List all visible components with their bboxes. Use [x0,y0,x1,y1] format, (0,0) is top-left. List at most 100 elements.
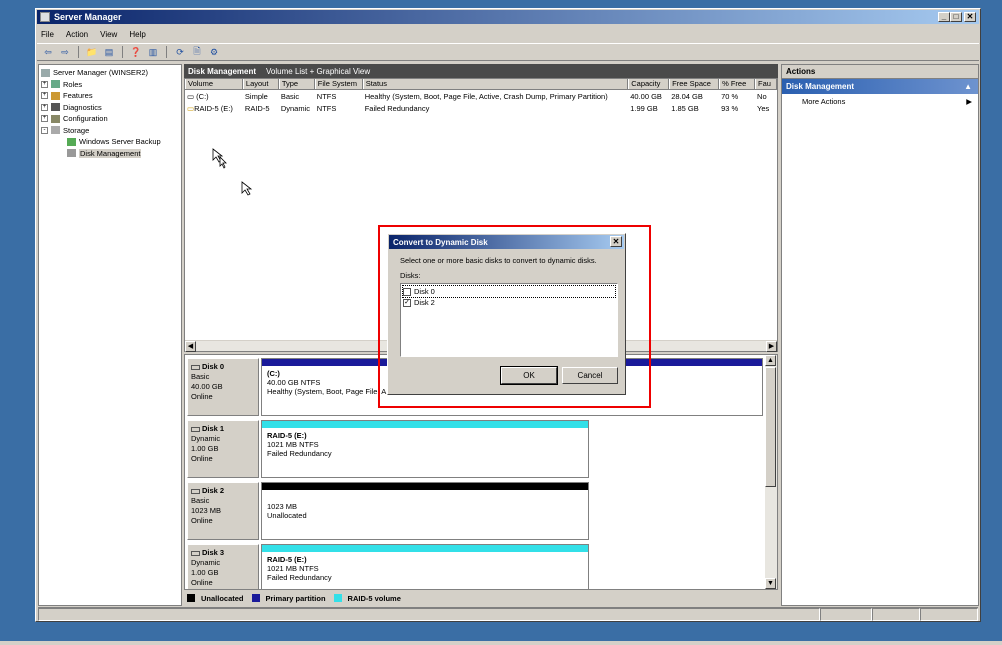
disk-row-3[interactable]: Disk 3 Dynamic 1.00 GB Online RAID-5 (E:… [187,544,763,589]
disk-0-option[interactable]: Disk 0 [402,285,616,298]
tree-item-windows-server-backup[interactable]: Windows Server Backup [41,136,179,148]
collapse-icon[interactable]: - [41,126,48,134]
disk-0-checkbox[interactable] [403,287,411,296]
column-header[interactable]: Status [362,79,629,89]
up-folder-icon[interactable]: 📁 [85,45,99,59]
show-hide-tree-icon[interactable]: ▤ [102,45,116,59]
submenu-arrow-icon: ▶ [966,96,972,106]
disk-row-2[interactable]: Disk 2 Basic 1023 MB Online 1023 MB Unal… [187,482,763,540]
expand-icon[interactable]: + [41,80,48,88]
back-arrow-icon[interactable]: ⇦ [41,45,55,59]
partition-unallocated[interactable]: 1023 MB Unallocated [261,482,589,540]
ok-button[interactable]: OK [500,366,558,385]
disk-row-1[interactable]: Disk 1 Dynamic 1.00 GB Online RAID-5 (E:… [187,420,763,478]
action-pane-icon[interactable]: ▥ [146,45,160,59]
more-actions-item[interactable]: More Actions ▶ [782,94,978,108]
pane-title: Disk Management [188,66,257,76]
column-header[interactable]: Capacity [628,79,670,89]
disk-label[interactable]: Disk 3 Dynamic 1.00 GB Online [187,544,259,589]
toolbar-separator [122,46,123,58]
tree-item-configuration[interactable]: + Configuration [41,113,179,125]
column-header[interactable]: Fau [755,79,777,89]
column-header[interactable]: Free Space [669,79,720,89]
dialog-close-button[interactable]: ✕ [610,236,622,247]
disk-state: Online [191,392,213,401]
disk-2-checkbox[interactable]: ✓ [403,298,411,307]
capacity-cell: 1.99 GB [630,103,658,113]
partition-raid5[interactable]: RAID-5 (E:) 1021 MB NTFS Failed Redundan… [261,544,589,589]
maximize-button[interactable]: □ [950,12,962,22]
tree-item-label: Diagnostics [63,102,102,112]
expand-icon[interactable]: + [41,92,48,100]
dialog-title-bar[interactable]: Convert to Dynamic Disk ✕ [389,235,624,249]
disk-management-icon [67,149,76,158]
filesystem-cell: NTFS [316,91,337,101]
table-row[interactable]: ▭ (C:) Simple Basic NTFS Healthy (System… [185,90,777,102]
disk-2-option[interactable]: ✓ Disk 2 [403,297,615,308]
disk-label[interactable]: Disk 2 Basic 1023 MB Online [187,482,259,540]
disk-tool-icon[interactable]: ⚙ [207,45,221,59]
expand-icon[interactable]: + [41,103,48,111]
menu-action[interactable]: Action [66,30,88,39]
tree-item-roles[interactable]: + Roles [41,79,179,91]
menu-file[interactable]: File [41,30,54,39]
partition-raid5[interactable]: RAID-5 (E:) 1021 MB NTFS Failed Redundan… [261,420,589,478]
disk-label[interactable]: Disk 0 Basic 40.00 GB Online [187,358,259,416]
collapse-arrow-icon[interactable]: ▲ [964,82,972,91]
table-row[interactable]: ▭RAID-5 (E:) RAID-5 Dynamic NTFS Failed … [185,102,777,114]
scroll-thumb[interactable] [765,367,776,487]
tree-item-root[interactable]: Server Manager (WINSER2) [41,67,179,79]
actions-section-disk-management[interactable]: Disk Management ▲ [782,79,978,94]
partition-size: 1023 MB [267,502,298,511]
scroll-left-button[interactable]: ◀ [185,341,196,352]
column-header[interactable]: Layout [242,79,279,89]
tree-item-label: Roles [63,79,83,89]
type-cell: Dynamic [280,103,311,113]
actions-pane: Actions Disk Management ▲ More Actions ▶ [781,64,979,606]
help-icon[interactable]: ❓ [129,45,143,59]
status-cell: Failed Redundancy [364,103,430,113]
column-header[interactable]: % Free [719,79,756,89]
disk-label[interactable]: Disk 1 Dynamic 1.00 GB Online [187,420,259,478]
tree-item-storage[interactable]: - Storage [41,125,179,137]
fault-tolerance-cell: No [757,91,767,101]
close-button[interactable]: ✕ [964,12,976,22]
tree-item-diagnostics[interactable]: + Diagnostics [41,102,179,114]
expand-icon[interactable]: + [41,115,48,123]
vertical-scrollbar[interactable]: ▲ ▼ [765,355,777,589]
column-header[interactable]: File System [314,79,363,89]
partition-bar [262,421,588,428]
dialog-title: Convert to Dynamic Disk [393,237,488,247]
cancel-button[interactable]: Cancel [562,367,618,384]
disk-name: Disk 0 [202,362,225,371]
scroll-up-button[interactable]: ▲ [765,355,776,366]
actions-section-label: Disk Management [786,82,855,91]
disks-label: Disks: [400,271,421,280]
menu-view[interactable]: View [100,30,117,39]
column-header[interactable]: Volume [185,79,243,89]
column-header[interactable]: Type [278,79,315,89]
disk-state: Online [191,454,213,463]
percent-free-cell: 70 % [721,91,739,101]
legend-label: Primary partition [265,593,326,603]
disk-size: 40.00 GB [191,382,223,391]
menu-help[interactable]: Help [129,30,145,39]
tree-item-features[interactable]: + Features [41,90,179,102]
minimize-button[interactable]: _ [938,12,950,22]
layout-cell: RAID-5 [244,103,270,113]
scroll-down-button[interactable]: ▼ [765,578,776,589]
window-title: Server Manager [54,12,122,22]
tree-item-disk-management[interactable]: Disk Management [41,148,179,160]
title-bar[interactable]: Server Manager _ □ ✕ [37,10,979,24]
forward-arrow-icon[interactable]: ⇨ [58,45,72,59]
disk-type: Dynamic [191,434,221,443]
toolbar: ⇦ ⇨ 📁 ▤ ❓ ▥ ⟳ 🗎 ⚙ [37,43,979,61]
disk-type: Basic [191,496,210,505]
percent-free-cell: 93 % [721,103,739,113]
refresh-icon[interactable]: ⟳ [173,45,187,59]
volume-name: RAID-5 (E:) [194,103,233,113]
volume-cell: ▭ (C:) [185,92,243,101]
properties-icon[interactable]: 🗎 [190,45,204,59]
scroll-right-button[interactable]: ▶ [766,341,777,352]
menu-bar: File Action View Help [37,26,979,42]
